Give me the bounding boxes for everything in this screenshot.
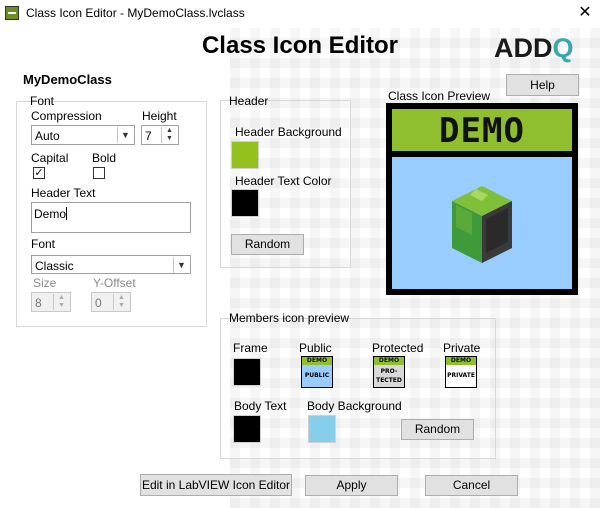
protected-icon-header: DEMO [374, 357, 404, 365]
compression-value: Auto [35, 129, 60, 143]
public-icon-header: DEMO [302, 357, 332, 365]
body-text-color-swatch[interactable] [233, 415, 261, 443]
preview-body [392, 157, 572, 289]
protected-icon-text-2: TECTED [376, 377, 402, 384]
chevron-down-icon: ▼ [173, 257, 189, 273]
addq-logo: ADDQ [494, 33, 574, 64]
height-value: 7 [145, 129, 152, 143]
private-icon: DEMO PRIVATE [445, 356, 477, 388]
public-icon-text: PUBLIC [302, 365, 332, 387]
class-icon-preview: DEMO [386, 103, 578, 295]
bold-label: Bold [92, 151, 117, 165]
logo-main: ADD [494, 33, 553, 63]
font-label: Font [31, 237, 56, 251]
header-group-label: Header [229, 94, 269, 108]
apply-button[interactable]: Apply [305, 475, 398, 496]
text-cursor [66, 207, 68, 220]
size-label: Size [33, 276, 57, 290]
compression-label: Compression [31, 109, 102, 123]
stepper-arrows-icon: ▲ ▼ [113, 294, 129, 310]
header-text-color-swatch[interactable] [231, 189, 259, 217]
members-random-button[interactable]: Random [401, 419, 474, 440]
members-group-label: Members icon preview [229, 311, 350, 325]
edit-in-labview-button[interactable]: Edit in LabVIEW Icon Editor [140, 474, 292, 496]
font-value: Classic [35, 259, 74, 273]
cube-icon [452, 186, 512, 263]
preview-label: Class Icon Preview [388, 89, 491, 103]
frame-label: Frame [233, 341, 268, 355]
yoffset-label: Y-Offset [93, 276, 136, 290]
stepper-arrows-icon: ▲ ▼ [53, 294, 69, 310]
bold-checkbox[interactable] [93, 167, 105, 179]
header-text-label: Header Text [31, 186, 96, 200]
header-text-color-label: Header Text Color [235, 174, 332, 188]
stepper-arrows-icon[interactable]: ▲ ▼ [161, 127, 177, 143]
font-select[interactable]: Classic ▼ [31, 255, 191, 274]
height-label: Height [142, 109, 177, 123]
header-bg-swatch[interactable] [231, 141, 259, 169]
height-stepper[interactable]: 7 ▲ ▼ [141, 125, 179, 145]
size-value: 8 [35, 296, 42, 310]
capital-checkbox[interactable]: ✓ [33, 167, 45, 179]
frame-color-swatch[interactable] [233, 358, 261, 386]
protected-icon: DEMO PRO- TECTED [373, 356, 405, 388]
body-text-label: Body Text [234, 399, 287, 413]
compression-select[interactable]: Auto ▼ [31, 125, 135, 145]
private-icon-text: PRIVATE [446, 365, 476, 387]
body-bg-color-swatch[interactable] [308, 415, 336, 443]
public-icon: DEMO PUBLIC [301, 356, 333, 388]
app-icon [5, 6, 19, 20]
private-label: Private [443, 341, 481, 355]
protected-icon-body: PRO- TECTED [374, 365, 404, 387]
yoffset-stepper: 0 ▲ ▼ [91, 292, 131, 312]
protected-icon-text-1: PRO- [380, 368, 398, 375]
logo-accent: Q [552, 33, 574, 63]
yoffset-value: 0 [95, 296, 102, 310]
header-text-value: Demo [34, 207, 67, 221]
help-button[interactable]: Help [506, 74, 579, 96]
size-stepper: 8 ▲ ▼ [31, 292, 71, 312]
header-bg-label: Header Background [235, 125, 342, 139]
public-label: Public [299, 341, 332, 355]
capital-label: Capital [31, 151, 69, 165]
header-random-button[interactable]: Random [231, 234, 304, 255]
protected-label: Protected [372, 341, 424, 355]
body-bg-label: Body Background [307, 399, 402, 413]
chevron-down-icon: ▼ [117, 127, 133, 143]
cancel-button[interactable]: Cancel [425, 475, 518, 496]
header-text-input[interactable]: Demo [31, 202, 191, 233]
private-icon-header: DEMO [446, 357, 476, 365]
font-group-label: Font [30, 94, 55, 108]
preview-header: DEMO [392, 109, 572, 151]
close-icon[interactable]: ✕ [574, 2, 596, 24]
class-name: MyDemoClass [23, 72, 112, 87]
window-title: Class Icon Editor - MyDemoClass.lvclass [26, 6, 245, 20]
